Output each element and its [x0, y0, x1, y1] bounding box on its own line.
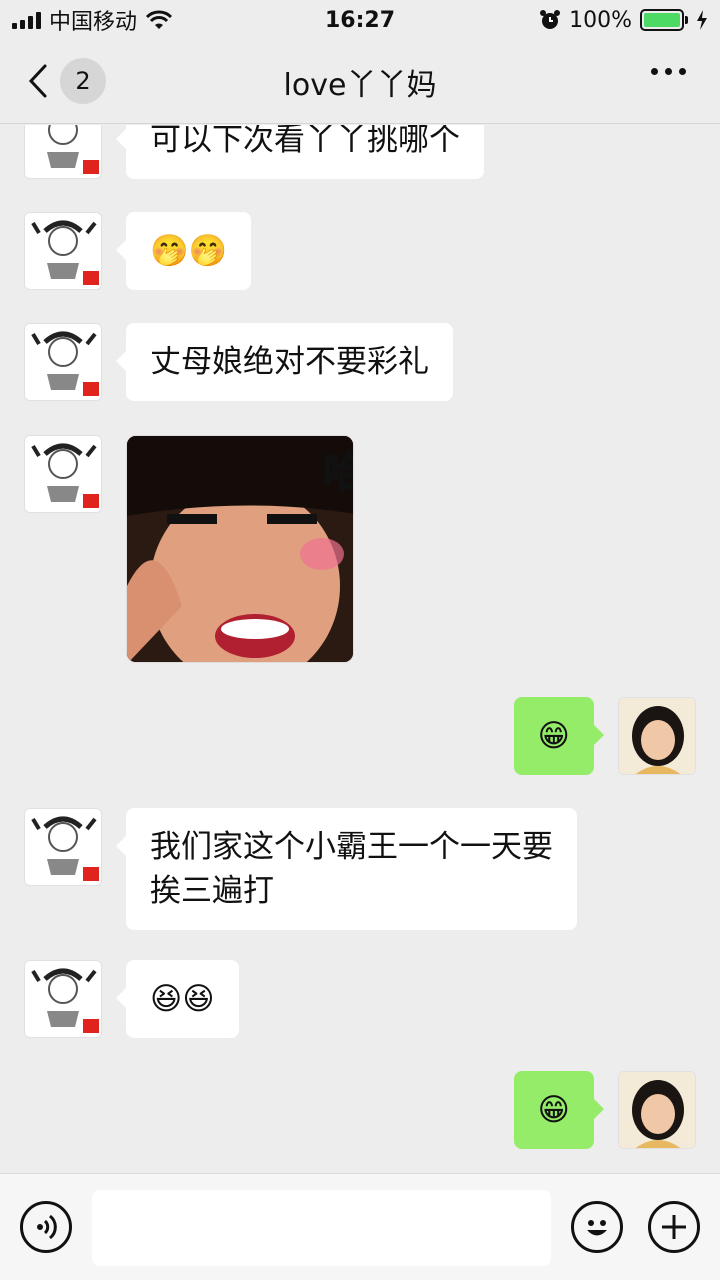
voice-icon[interactable]: [20, 1201, 72, 1253]
chat-title: love丫丫妈: [283, 67, 437, 103]
wifi-icon: [145, 10, 173, 29]
unread-badge: 2: [60, 58, 106, 104]
more-dots-icon[interactable]: [651, 68, 686, 75]
contact-avatar[interactable]: [24, 960, 102, 1038]
message-item: 😁: [513, 697, 696, 775]
message-bubble[interactable]: 🤭🤭: [115, 212, 252, 290]
message-line: 我们家这个小霸王一个一天要: [150, 829, 553, 865]
sticker-image[interactable]: 哈: [126, 435, 354, 663]
chat-list[interactable]: 可以下次看丫丫挑哪个 🤭🤭 丈母娘绝对不要彩礼 😁 我们家这个小霸王一个一天要 …: [0, 125, 720, 1173]
plus-icon[interactable]: [648, 1201, 700, 1253]
emoji-content: 😆😆: [150, 981, 215, 1017]
emoji-content: 🤭🤭: [150, 233, 228, 269]
message-item: 😆😆: [24, 960, 239, 1038]
alarm-icon: [540, 10, 561, 29]
contact-avatar[interactable]: [24, 808, 102, 886]
emoji-smile-icon[interactable]: [571, 1201, 623, 1253]
contact-avatar[interactable]: [24, 323, 102, 401]
status-left: 中国移动: [12, 4, 173, 36]
message-bubble[interactable]: 😆😆: [116, 960, 239, 1038]
back-button[interactable]: 2: [28, 58, 106, 104]
status-bar: 中国移动 16:27 100%: [0, 0, 720, 40]
emoji-content: 😁: [537, 718, 570, 754]
contact-avatar[interactable]: [24, 212, 102, 290]
message-line: 挨三遍打: [150, 873, 274, 909]
self-avatar[interactable]: [618, 1071, 696, 1149]
status-right: 100%: [539, 8, 708, 33]
message-bubble[interactable]: 😁: [513, 1071, 605, 1149]
message-item: 🤭🤭: [24, 212, 252, 290]
self-avatar[interactable]: [618, 697, 696, 775]
message-item: 😁: [513, 1071, 696, 1149]
contact-avatar[interactable]: [24, 125, 102, 179]
sticker-caption: 哈: [323, 450, 354, 496]
input-bar: [0, 1173, 720, 1280]
signal-icon: [12, 11, 41, 29]
message-item: 丈母娘绝对不要彩礼: [24, 323, 453, 401]
emoji-content: 😁: [537, 1092, 570, 1128]
message-item: 我们家这个小霸王一个一天要 挨三遍打: [24, 808, 577, 930]
message-bubble[interactable]: 😁: [513, 697, 605, 775]
message-bubble[interactable]: 丈母娘绝对不要彩礼: [116, 323, 453, 401]
carrier-label: 中国移动: [49, 10, 138, 35]
chevron-left-icon: [28, 64, 47, 98]
message-input[interactable]: [92, 1190, 551, 1266]
message-item: 可以下次看丫丫挑哪个: [24, 125, 484, 179]
battery-percent: 100%: [569, 7, 632, 33]
message-bubble[interactable]: 我们家这个小霸王一个一天要 挨三遍打: [116, 808, 577, 930]
message-item: 哈: [24, 435, 354, 663]
battery-icon: [640, 9, 688, 31]
battery-fill: [644, 13, 680, 27]
charging-icon: [697, 10, 707, 30]
message-bubble[interactable]: 可以下次看丫丫挑哪个: [116, 125, 484, 179]
contact-avatar[interactable]: [24, 435, 102, 513]
chat-header: 2 love丫丫妈: [0, 40, 720, 124]
